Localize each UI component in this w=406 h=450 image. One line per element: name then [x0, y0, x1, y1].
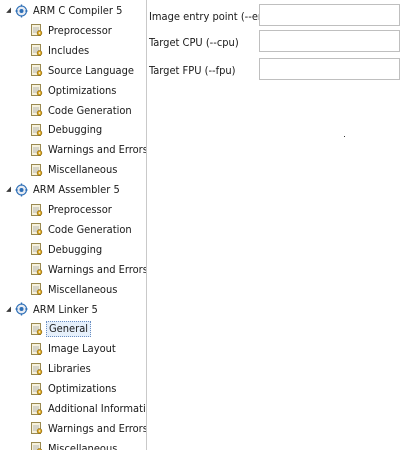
tool-gear-icon	[15, 183, 28, 197]
settings-page-icon	[30, 222, 43, 236]
settings-tree: ◢ ARM C Compiler 5 Preprocessor Includes Sou…	[0, 0, 146, 450]
settings-page-icon	[30, 163, 43, 177]
tree-item[interactable]: Debugging	[30, 241, 104, 258]
tree-item[interactable]: Includes	[30, 42, 91, 59]
tree-item[interactable]: Debugging	[30, 121, 104, 138]
settings-page-icon	[30, 282, 43, 296]
tree-item[interactable]: Additional Information	[30, 400, 146, 417]
settings-page-icon	[30, 123, 43, 137]
settings-page-icon	[30, 143, 43, 157]
target-fpu-label: Target FPU (--fpu)	[149, 63, 236, 77]
tree-item[interactable]: Image Layout	[30, 340, 118, 357]
settings-page-icon	[30, 23, 43, 37]
tree-item-label: Warnings and Errors	[48, 262, 146, 276]
tree-item-label: Code Generation	[48, 103, 132, 117]
tree-item[interactable]: Code Generation	[30, 102, 134, 119]
expand-triangle-icon[interactable]: ◢	[4, 301, 13, 318]
tree-item-label: Miscellaneous	[48, 282, 118, 296]
tree-item-label: Optimizations	[48, 382, 117, 396]
settings-page-icon	[30, 43, 43, 57]
settings-page-icon	[30, 322, 43, 336]
tree-item-label: Libraries	[48, 362, 91, 376]
pane-divider[interactable]	[146, 0, 147, 450]
tree-item-label: Debugging	[48, 242, 103, 256]
tree-item-label: Includes	[48, 43, 90, 57]
tree-group-label: ARM Assembler 5	[33, 183, 120, 197]
tree-item[interactable]: Optimizations	[30, 82, 118, 99]
tree-item-label: Warnings and Errors	[48, 421, 146, 435]
tree-group-0[interactable]: ◢ ARM C Compiler 5	[4, 2, 124, 19]
tree-group-label: ARM C Compiler 5	[33, 4, 123, 17]
settings-page-icon	[30, 262, 43, 276]
tree-item-label: Miscellaneous	[48, 163, 118, 177]
tree-item-label: Miscellaneous	[48, 441, 118, 450]
tree-item[interactable]: Code Generation	[30, 221, 134, 238]
settings-page-icon	[30, 362, 43, 376]
stray-dot	[344, 136, 345, 137]
tree-item-label: Optimizations	[48, 83, 117, 97]
target-cpu-input[interactable]	[259, 30, 400, 52]
settings-page-icon	[30, 63, 43, 77]
tree-item[interactable]: Miscellaneous	[30, 281, 119, 298]
tree-item-label: Debugging	[48, 123, 103, 137]
tree-item-label: Warnings and Errors	[48, 143, 146, 157]
tree-item[interactable]: Preprocessor	[30, 22, 114, 39]
entry-point-label: Image entry point (--entry)	[149, 9, 282, 23]
tree-item[interactable]: Miscellaneous	[30, 161, 119, 178]
tree-item[interactable]: Libraries	[30, 360, 93, 377]
tree-item-label: Preprocessor	[48, 23, 112, 37]
settings-page-icon	[30, 421, 43, 435]
settings-page-icon	[30, 402, 43, 416]
tree-item[interactable]: Optimizations	[30, 380, 118, 397]
tree-item[interactable]: Miscellaneous	[30, 440, 119, 450]
settings-page-icon	[30, 83, 43, 97]
tree-item-label: Additional Information	[48, 402, 146, 415]
tool-gear-icon	[15, 4, 28, 18]
settings-page-icon	[30, 441, 43, 450]
tree-item-label: Preprocessor	[48, 203, 112, 216]
settings-page-icon	[30, 103, 43, 117]
entry-point-row: Image entry point (--entry)	[149, 4, 400, 28]
tree-item-label: Image Layout	[48, 342, 116, 356]
tree-item[interactable]: Source Language	[30, 62, 136, 79]
settings-page-icon	[30, 242, 43, 256]
tree-item-label: General	[46, 320, 92, 337]
expand-triangle-icon[interactable]: ◢	[4, 2, 13, 19]
entry-point-input[interactable]	[259, 4, 400, 26]
tree-item[interactable]: Warnings and Errors	[30, 420, 146, 437]
tree-item[interactable]: Warnings and Errors	[30, 141, 146, 158]
settings-page-icon	[30, 203, 43, 217]
expand-triangle-icon[interactable]: ◢	[4, 181, 13, 198]
settings-page-icon	[30, 342, 43, 356]
tree-item-label: Code Generation	[48, 222, 132, 236]
tree-item-label: Source Language	[48, 63, 134, 77]
target-fpu-input[interactable]	[259, 58, 400, 80]
settings-page-icon	[30, 382, 43, 396]
tool-gear-icon	[15, 302, 28, 316]
target-cpu-label: Target CPU (--cpu)	[149, 35, 239, 49]
tree-item[interactable]: General	[30, 320, 92, 337]
tree-item[interactable]: Warnings and Errors	[30, 261, 146, 278]
tree-group-1[interactable]: ◢ ARM Assembler 5	[4, 181, 122, 198]
target-fpu-row: Target FPU (--fpu)	[149, 58, 400, 82]
tree-group-2[interactable]: ◢ ARM Linker 5	[4, 301, 100, 318]
tree-group-label: ARM Linker 5	[33, 302, 98, 316]
tree-item[interactable]: Preprocessor	[30, 201, 114, 218]
target-cpu-row: Target CPU (--cpu)	[149, 30, 400, 54]
